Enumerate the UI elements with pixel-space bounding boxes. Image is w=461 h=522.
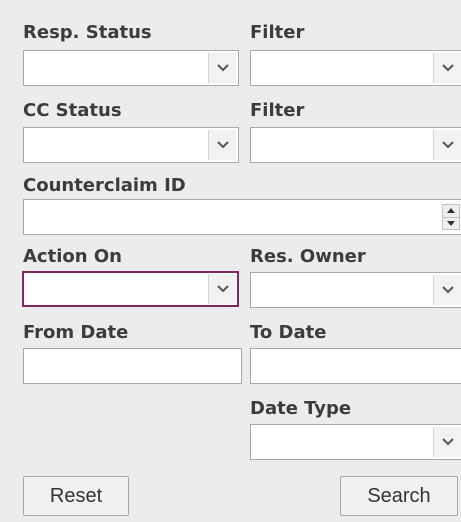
counterclaim-id-input[interactable] <box>23 199 461 235</box>
filter-label-2: Filter <box>250 100 305 121</box>
reset-button[interactable]: Reset <box>23 476 129 516</box>
action-on-select[interactable] <box>22 271 239 307</box>
date-type-select[interactable] <box>250 424 461 460</box>
chevron-down-icon[interactable] <box>433 275 461 305</box>
spinner-up-icon[interactable] <box>443 205 459 217</box>
action-on-label: Action On <box>23 246 122 267</box>
chevron-down-icon[interactable] <box>208 130 236 160</box>
counterclaim-id-label: Counterclaim ID <box>23 175 186 196</box>
spinner-icon[interactable] <box>442 204 460 230</box>
date-type-label: Date Type <box>250 398 352 419</box>
resp-status-select[interactable] <box>23 50 239 86</box>
from-date-input[interactable] <box>23 348 242 384</box>
chevron-down-icon[interactable] <box>208 53 236 83</box>
chevron-down-icon[interactable] <box>433 130 461 160</box>
chevron-down-icon[interactable] <box>208 274 236 304</box>
res-owner-label: Res. Owner <box>250 246 366 267</box>
filter-select-1[interactable] <box>250 50 461 86</box>
search-button[interactable]: Search <box>340 476 458 516</box>
filter-label-1: Filter <box>250 22 305 43</box>
to-date-input[interactable] <box>250 348 461 384</box>
cc-status-label: CC Status <box>23 100 122 121</box>
from-date-label: From Date <box>23 322 129 343</box>
chevron-down-icon[interactable] <box>433 427 461 457</box>
spinner-down-icon[interactable] <box>443 216 459 230</box>
chevron-down-icon[interactable] <box>433 53 461 83</box>
to-date-label: To Date <box>250 322 327 343</box>
res-owner-select[interactable] <box>250 272 461 308</box>
resp-status-label: Resp. Status <box>23 22 152 43</box>
cc-status-select[interactable] <box>23 127 239 163</box>
filter-select-2[interactable] <box>250 127 461 163</box>
